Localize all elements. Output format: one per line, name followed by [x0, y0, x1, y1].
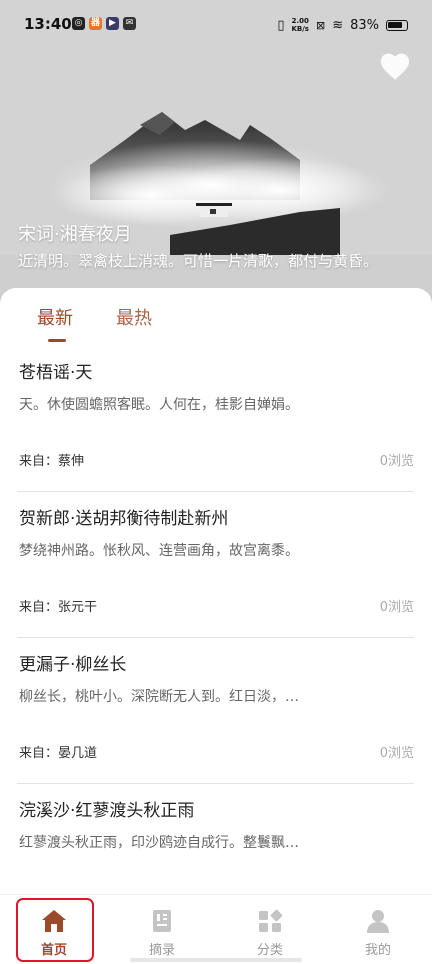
- poem-excerpt: 柳丝长，桃叶小。深院断无人到。红日淡，绿烟晴。: [19, 689, 299, 705]
- status-bar: 13:40 ◎ 器 ▶ ✉ ▯ 2.00 KB/s ⊠ ≋ 83%: [0, 0, 432, 52]
- sim-icon: ⊠: [315, 18, 326, 32]
- poem-views: 0浏览: [379, 454, 414, 469]
- system-gesture-bar: [130, 958, 302, 962]
- poem-views: 0浏览: [379, 600, 414, 615]
- poem-list: 苍梧谣·天 天。休使圆蟾照客眠。人何在，桂影自婵娟。 来自：蔡伸 0浏览 贺新郎…: [0, 346, 432, 930]
- poem-title: 浣溪沙·红蓼渡头秋正雨: [19, 801, 195, 821]
- poem-excerpt: 红蓼渡头秋正雨，印沙鸥迹自成行。整鬟飘袖野风香。: [19, 835, 299, 851]
- status-time: 13:40: [24, 15, 72, 33]
- list-item[interactable]: 更漏子·柳丝长 柳丝长，桃叶小。深院断无人到。红日淡，绿烟晴。 来自：晏几道 0…: [0, 638, 432, 784]
- selection-highlight-box: [16, 898, 94, 962]
- nav-categories[interactable]: 分类: [216, 895, 324, 964]
- poem-excerpt: 天。休使圆蟾照客眠。人何在，桂影自婵娟。: [19, 397, 299, 413]
- nav-excerpts[interactable]: 摘录: [108, 895, 216, 964]
- wifi-icon: ≋: [332, 17, 344, 33]
- poem-author: 来自：晏几道: [19, 746, 98, 761]
- list-item[interactable]: 贺新郎·送胡邦衡待制赴新州 梦绕神州路。怅秋风、连营画角，故宫离黍。 来自：张元…: [0, 492, 432, 638]
- battery-percent: 83%: [350, 17, 379, 33]
- app-notification-icon: ◎: [72, 17, 85, 30]
- list-item[interactable]: 苍梧谣·天 天。休使圆蟾照客眠。人何在，桂影自婵娟。 来自：蔡伸 0浏览: [0, 346, 432, 492]
- tab-hot[interactable]: 最热: [116, 304, 152, 330]
- nav-home[interactable]: 首页: [0, 895, 108, 964]
- nav-label: 分类: [256, 943, 283, 958]
- poem-title: 苍梧谣·天: [19, 363, 93, 383]
- battery-icon: [386, 19, 408, 31]
- tab-latest[interactable]: 最新: [37, 304, 73, 330]
- notebook-icon: [153, 910, 171, 932]
- category-icon: [259, 909, 283, 932]
- nav-label: 摘录: [148, 943, 175, 958]
- heart-icon[interactable]: [378, 50, 412, 84]
- tab-active-indicator: [48, 339, 66, 342]
- profile-icon: [367, 910, 389, 933]
- poem-title: 贺新郎·送胡邦衡待制赴新州: [19, 509, 229, 529]
- nav-profile[interactable]: 我的: [324, 895, 432, 964]
- poem-views: 0浏览: [379, 746, 414, 761]
- network-speed: 2.00 KB/s: [291, 17, 309, 33]
- poem-excerpt: 梦绕神州路。怅秋风、连营画角，故宫离黍。: [19, 543, 299, 559]
- hero-excerpt: 近清明。翠禽枝上消魂。可惜一片清歌，都付与黄昏。: [18, 252, 379, 270]
- poem-author: 来自：蔡伸: [19, 454, 85, 469]
- message-icon: ✉: [123, 17, 136, 30]
- hero-banner[interactable]: 13:40 ◎ 器 ▶ ✉ ▯ 2.00 KB/s ⊠ ≋ 83% 宋词·湘春夜月…: [0, 0, 432, 320]
- tab-bar: 最新 最热: [0, 288, 432, 348]
- app-notification-icon: ▶: [106, 17, 119, 30]
- vibrate-icon: ▯: [277, 17, 285, 33]
- bottom-navigation: 首页 摘录 分类 我的: [0, 894, 432, 964]
- poem-title: 更漏子·柳丝长: [19, 655, 127, 675]
- poem-list-card: 最新 最热 苍梧谣·天 天。休使圆蟾照客眠。人何在，桂影自婵娟。 来自：蔡伸 0…: [0, 288, 432, 964]
- hero-title: 宋词·湘春夜月: [18, 224, 132, 245]
- nav-label: 我的: [364, 943, 391, 958]
- app-notification-icon: 器: [89, 17, 102, 30]
- poem-author: 来自：张元干: [19, 600, 98, 615]
